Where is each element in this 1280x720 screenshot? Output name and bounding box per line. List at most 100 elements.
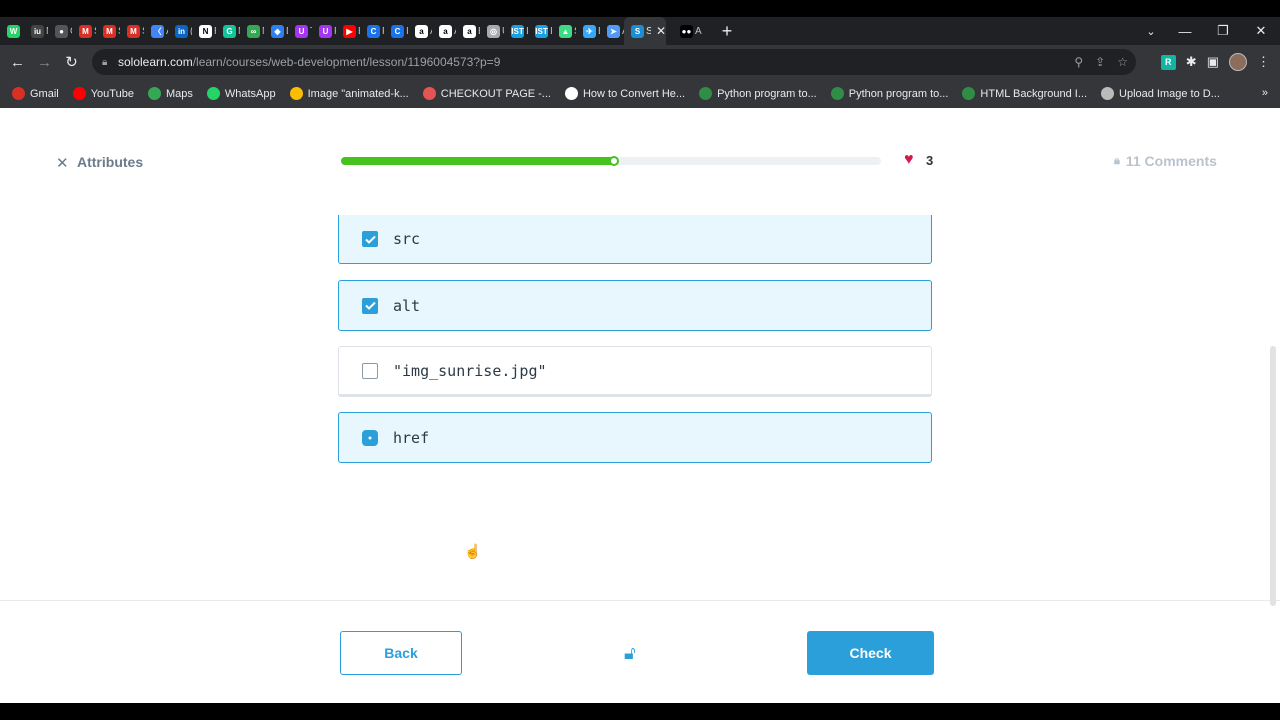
browser-tab[interactable]: 〈A — [144, 17, 168, 45]
url-text[interactable]: sololearn.com/learn/courses/web-developm… — [118, 55, 500, 69]
browser-tab[interactable]: MS — [120, 17, 144, 45]
close-tab-icon[interactable]: ✕ — [656, 24, 666, 38]
address-bar[interactable]: 🔒︎ sololearn.com/learn/courses/web-devel… — [92, 49, 1136, 75]
hand-cursor-icon: ☝ — [464, 543, 482, 559]
puzzle-icon[interactable]: ✱ — [1186, 54, 1197, 70]
answer-option[interactable]: alt — [338, 280, 932, 331]
iu-icon: iu — [31, 24, 44, 38]
bookmark-icon — [72, 87, 86, 100]
bookmark-label: HTML Background I... — [980, 87, 1088, 100]
answer-option[interactable]: "img_sunrise.jpg" — [338, 346, 932, 397]
new-tab-icon[interactable]: + — [712, 21, 742, 42]
avatar[interactable] — [1229, 53, 1247, 71]
tab-label: A — [695, 25, 702, 37]
bookmark-item[interactable]: How to Convert He... — [564, 87, 685, 100]
bookmark-item[interactable]: Python program to... — [699, 87, 817, 100]
browser-tab[interactable]: in( — [168, 17, 192, 45]
back-button[interactable]: Back — [340, 631, 462, 675]
browser-tab[interactable]: ▲S — [552, 17, 576, 45]
bookmark-label: CHECKOUT PAGE -... — [440, 87, 551, 100]
browser-tab[interactable]: ISTIr — [504, 17, 528, 45]
gmail-icon: M — [79, 24, 92, 38]
unlock-icon[interactable]: 🔓︎ — [624, 643, 636, 664]
bookmark-item[interactable]: HTML Background I... — [962, 87, 1087, 100]
forward-arrow-icon[interactable]: → — [31, 54, 58, 71]
link-icon: ∞ — [247, 24, 260, 38]
checkbox-checked[interactable] — [362, 231, 378, 247]
browser-tab[interactable]: ISTIr — [528, 17, 552, 45]
bookmarks-bar: Gmail YouTube Maps WhatsApp Image "animated-… — [0, 79, 1280, 108]
tab-strip: WiuM●GMSMSMS〈Ain(NRGM∞N◆DUTUF▶ECFCIraAaA… — [0, 17, 1280, 45]
browser-tab[interactable]: aB — [456, 17, 480, 45]
bookmark-item[interactable]: CHECKOUT PAGE -... — [422, 87, 551, 100]
browser-tab[interactable]: ✈B — [576, 17, 600, 45]
maximize-icon[interactable]: ❐ — [1204, 23, 1242, 39]
answer-option[interactable]: href — [338, 412, 932, 463]
back-arrow-icon[interactable]: ← — [4, 54, 31, 71]
lesson-title: Attributes — [77, 154, 144, 170]
close-window-icon[interactable]: ✕ — [1242, 23, 1280, 39]
browser-tab[interactable]: aA — [432, 17, 456, 45]
bookmarks-more-icon[interactable]: » — [1262, 79, 1268, 108]
browser-tab[interactable]: NR — [192, 17, 216, 45]
checkbox-checked[interactable] — [362, 297, 378, 314]
zoom-icon[interactable]: ⚲ — [1074, 55, 1083, 69]
browser-tab[interactable]: GM — [216, 17, 240, 45]
bookmark-item[interactable]: Image "animated-k... — [289, 87, 409, 100]
checkbox-unchecked[interactable] — [362, 362, 378, 379]
extension-r-icon[interactable]: R — [1160, 54, 1176, 70]
bookmark-item[interactable]: YouTube — [72, 87, 134, 100]
ist-icon: IST — [511, 24, 524, 38]
browser-tab-active[interactable]: SSc ✕ — [624, 17, 666, 45]
scrollbar[interactable] — [1270, 346, 1276, 606]
c-icon: C — [391, 24, 404, 38]
browser-tab[interactable]: ◆D — [264, 17, 288, 45]
browser-tab[interactable]: MS — [96, 17, 120, 45]
checkbox-checked[interactable] — [362, 429, 378, 446]
browser-tab[interactable]: ◎U — [480, 17, 504, 45]
browser-window: WiuM●GMSMSMS〈Ain(NRGM∞N◆DUTUF▶ECFCIraAaA… — [0, 17, 1280, 703]
bookmark-item[interactable]: Gmail — [12, 87, 59, 100]
amazon-icon: a — [415, 24, 428, 38]
bookmark-icon — [699, 87, 713, 100]
check-button[interactable]: Check — [807, 631, 934, 675]
close-icon[interactable]: ✕ — [56, 154, 69, 172]
progress-knob — [608, 156, 619, 166]
kebab-menu-icon[interactable]: ⋮ — [1257, 54, 1270, 70]
minimize-icon[interactable]: — — [1166, 24, 1204, 39]
lesson-footer: Back 🔓︎ Check — [0, 600, 1280, 703]
browser-tab[interactable]: ●● A — [666, 17, 702, 45]
answer-option[interactable]: src — [338, 215, 932, 264]
browser-tab[interactable]: ∞N — [240, 17, 264, 45]
bookmark-item[interactable]: WhatsApp — [206, 87, 276, 100]
reload-icon[interactable]: ↻ — [58, 53, 85, 71]
sidepanel-icon[interactable]: ▣ — [1207, 54, 1219, 70]
browser-tab[interactable]: UF — [312, 17, 336, 45]
browser-tab[interactable]: MS — [72, 17, 96, 45]
lock-icon: 🔒︎ — [1114, 154, 1120, 167]
bookmark-item[interactable]: Maps — [147, 87, 193, 100]
browser-tab[interactable]: ▶E — [336, 17, 360, 45]
option-text: alt — [393, 296, 421, 315]
share-icon[interactable]: ⇪ — [1095, 55, 1105, 69]
browser-tab[interactable]: CIr — [384, 17, 408, 45]
lock-icon[interactable]: 🔒︎ — [102, 57, 118, 68]
vscode-icon: ◆ — [271, 24, 284, 38]
lesson-page: ✕ Attributes ♥ 3 🔒︎ 11 Comments src alt "i… — [0, 108, 1280, 703]
browser-tab[interactable]: ●G — [48, 17, 72, 45]
browser-tab[interactable]: iuM — [24, 17, 48, 45]
u-icon: U — [295, 24, 308, 38]
bookmark-item[interactable]: Upload Image to D... — [1101, 87, 1220, 100]
bookmark-item[interactable]: Python program to... — [830, 87, 948, 100]
browser-tab[interactable]: ➤A — [600, 17, 624, 45]
option-text: src — [393, 230, 421, 248]
tab-search-icon[interactable]: ⌄ — [1136, 25, 1166, 38]
browser-tab[interactable]: CF — [360, 17, 384, 45]
whatsapp-icon: W — [7, 24, 20, 38]
browser-tab[interactable]: aA — [408, 17, 432, 45]
star-icon[interactable]: ☆ — [1117, 55, 1128, 69]
browser-tab[interactable]: W — [0, 17, 24, 45]
browser-tab[interactable]: UT — [288, 17, 312, 45]
bookmark-icon — [1101, 87, 1115, 100]
comments-button[interactable]: 🔒︎ 11 Comments — [1114, 153, 1217, 169]
